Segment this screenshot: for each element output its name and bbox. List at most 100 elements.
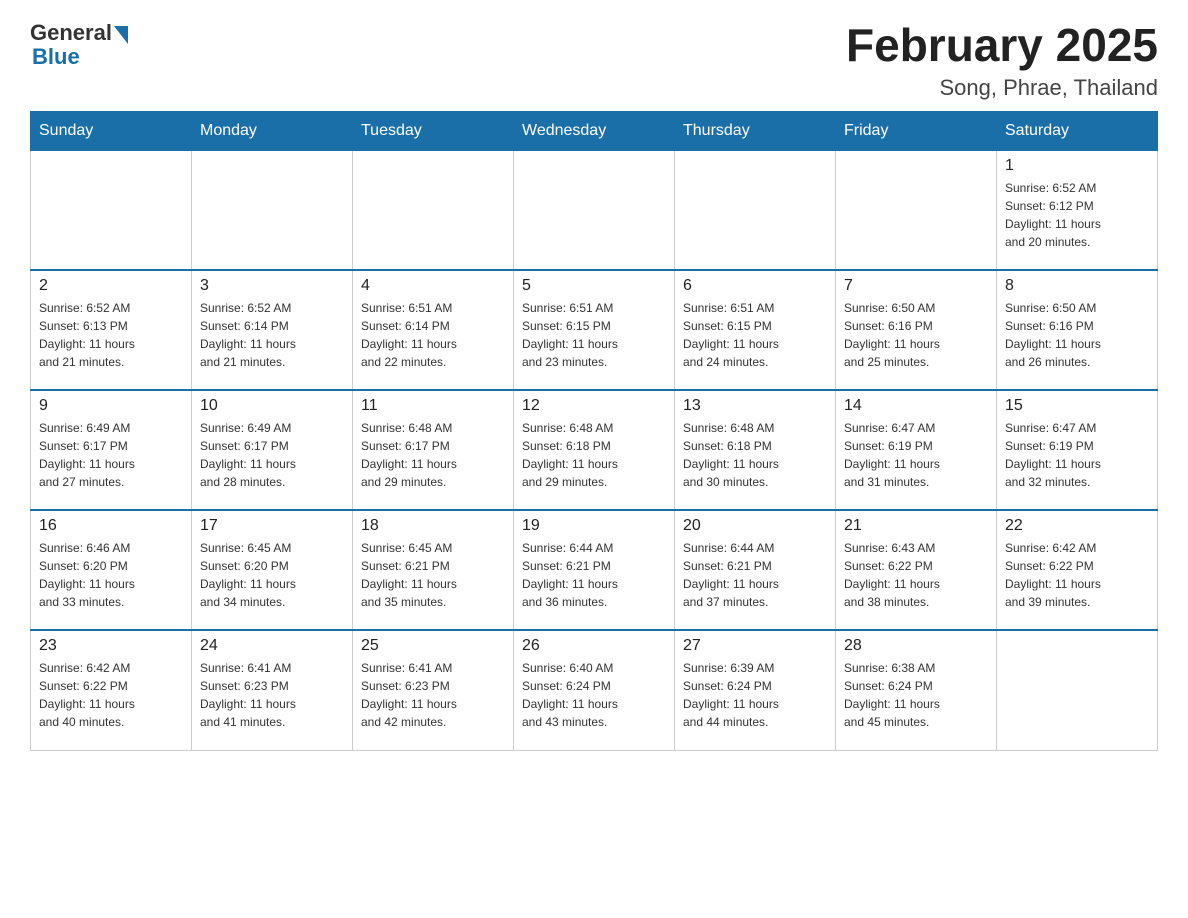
day-number: 22 <box>1005 517 1149 535</box>
day-info: Sunrise: 6:40 AM Sunset: 6:24 PM Dayligh… <box>522 659 666 731</box>
day-number: 26 <box>522 637 666 655</box>
table-row <box>997 630 1158 750</box>
table-row: 20 Sunrise: 6:44 AM Sunset: 6:21 PM Dayli… <box>675 510 836 630</box>
calendar-week-row: 2 Sunrise: 6:52 AM Sunset: 6:13 PM Daylig… <box>31 270 1158 390</box>
table-row: 27 Sunrise: 6:39 AM Sunset: 6:24 PM Dayli… <box>675 630 836 750</box>
table-row: 28Sunrise: 6:38 AM Sunset: 6:24 PM Dayli… <box>836 630 997 750</box>
calendar-table: Sunday Monday Tuesday Wednesday Thursday… <box>30 111 1158 751</box>
table-row: 22 Sunrise: 6:42 AM Sunset: 6:22 PM Dayli… <box>997 510 1158 630</box>
header-thursday: Thursday <box>675 111 836 150</box>
day-info: Sunrise: 6:51 AM Sunset: 6:15 PM Dayligh… <box>522 299 666 371</box>
logo-general-text: General <box>30 20 112 46</box>
day-number: 2 <box>39 277 183 295</box>
table-row: 14Sunrise: 6:47 AM Sunset: 6:19 PM Dayli… <box>836 390 997 510</box>
day-info: Sunrise: 6:42 AM Sunset: 6:22 PM Dayligh… <box>1005 539 1149 611</box>
day-info: Sunrise: 6:51 AM Sunset: 6:15 PM Dayligh… <box>683 299 827 371</box>
table-row: 21Sunrise: 6:43 AM Sunset: 6:22 PM Dayli… <box>836 510 997 630</box>
day-number: 23 <box>39 637 183 655</box>
day-info: Sunrise: 6:48 AM Sunset: 6:18 PM Dayligh… <box>522 419 666 491</box>
day-info: Sunrise: 6:52 AM Sunset: 6:12 PM Dayligh… <box>1005 179 1149 251</box>
day-info: Sunrise: 6:41 AM Sunset: 6:23 PM Dayligh… <box>200 659 344 731</box>
day-info: Sunrise: 6:38 AM Sunset: 6:24 PM Dayligh… <box>844 659 988 731</box>
calendar-subtitle: Song, Phrae, Thailand <box>846 75 1158 101</box>
day-info: Sunrise: 6:45 AM Sunset: 6:20 PM Dayligh… <box>200 539 344 611</box>
day-info: Sunrise: 6:39 AM Sunset: 6:24 PM Dayligh… <box>683 659 827 731</box>
table-row: 13 Sunrise: 6:48 AM Sunset: 6:18 PM Dayli… <box>675 390 836 510</box>
title-section: February 2025 Song, Phrae, Thailand <box>846 20 1158 101</box>
day-info: Sunrise: 6:50 AM Sunset: 6:16 PM Dayligh… <box>844 299 988 371</box>
header-sunday: Sunday <box>31 111 192 150</box>
day-number: 20 <box>683 517 827 535</box>
table-row: 26 Sunrise: 6:40 AM Sunset: 6:24 PM Dayli… <box>514 630 675 750</box>
day-info: Sunrise: 6:46 AM Sunset: 6:20 PM Dayligh… <box>39 539 183 611</box>
day-number: 19 <box>522 517 666 535</box>
table-row <box>836 150 997 270</box>
table-row: 1 Sunrise: 6:52 AM Sunset: 6:12 PM Daylig… <box>997 150 1158 270</box>
day-info: Sunrise: 6:49 AM Sunset: 6:17 PM Dayligh… <box>200 419 344 491</box>
logo: General Blue <box>30 20 128 70</box>
day-number: 12 <box>522 397 666 415</box>
table-row: 8Sunrise: 6:50 AM Sunset: 6:16 PM Daylig… <box>997 270 1158 390</box>
calendar-title: February 2025 <box>846 20 1158 71</box>
table-row: 24 Sunrise: 6:41 AM Sunset: 6:23 PM Dayli… <box>192 630 353 750</box>
day-number: 8 <box>1005 277 1149 295</box>
day-number: 18 <box>361 517 505 535</box>
calendar-week-row: 23 Sunrise: 6:42 AM Sunset: 6:22 PM Dayli… <box>31 630 1158 750</box>
day-info: Sunrise: 6:48 AM Sunset: 6:18 PM Dayligh… <box>683 419 827 491</box>
table-row: 3Sunrise: 6:52 AM Sunset: 6:14 PM Daylig… <box>192 270 353 390</box>
day-info: Sunrise: 6:52 AM Sunset: 6:14 PM Dayligh… <box>200 299 344 371</box>
table-row: 4Sunrise: 6:51 AM Sunset: 6:14 PM Daylig… <box>353 270 514 390</box>
calendar-week-row: 16 Sunrise: 6:46 AM Sunset: 6:20 PM Dayli… <box>31 510 1158 630</box>
header-saturday: Saturday <box>997 111 1158 150</box>
calendar-week-row: 1 Sunrise: 6:52 AM Sunset: 6:12 PM Daylig… <box>31 150 1158 270</box>
table-row <box>675 150 836 270</box>
day-number: 27 <box>683 637 827 655</box>
table-row: 10 Sunrise: 6:49 AM Sunset: 6:17 PM Dayli… <box>192 390 353 510</box>
logo-blue-text: Blue <box>32 44 80 70</box>
weekday-header-row: Sunday Monday Tuesday Wednesday Thursday… <box>31 111 1158 150</box>
day-number: 25 <box>361 637 505 655</box>
header-tuesday: Tuesday <box>353 111 514 150</box>
day-info: Sunrise: 6:49 AM Sunset: 6:17 PM Dayligh… <box>39 419 183 491</box>
day-info: Sunrise: 6:47 AM Sunset: 6:19 PM Dayligh… <box>1005 419 1149 491</box>
table-row: 2 Sunrise: 6:52 AM Sunset: 6:13 PM Daylig… <box>31 270 192 390</box>
day-info: Sunrise: 6:51 AM Sunset: 6:14 PM Dayligh… <box>361 299 505 371</box>
day-info: Sunrise: 6:41 AM Sunset: 6:23 PM Dayligh… <box>361 659 505 731</box>
table-row <box>192 150 353 270</box>
day-number: 9 <box>39 397 183 415</box>
day-number: 17 <box>200 517 344 535</box>
day-info: Sunrise: 6:44 AM Sunset: 6:21 PM Dayligh… <box>683 539 827 611</box>
table-row: 11Sunrise: 6:48 AM Sunset: 6:17 PM Dayli… <box>353 390 514 510</box>
table-row: 7 Sunrise: 6:50 AM Sunset: 6:16 PM Daylig… <box>836 270 997 390</box>
day-number: 1 <box>1005 157 1149 175</box>
table-row: 18Sunrise: 6:45 AM Sunset: 6:21 PM Dayli… <box>353 510 514 630</box>
day-number: 6 <box>683 277 827 295</box>
day-number: 5 <box>522 277 666 295</box>
table-row <box>353 150 514 270</box>
table-row: 16 Sunrise: 6:46 AM Sunset: 6:20 PM Dayli… <box>31 510 192 630</box>
day-number: 15 <box>1005 397 1149 415</box>
day-info: Sunrise: 6:47 AM Sunset: 6:19 PM Dayligh… <box>844 419 988 491</box>
day-number: 13 <box>683 397 827 415</box>
day-info: Sunrise: 6:42 AM Sunset: 6:22 PM Dayligh… <box>39 659 183 731</box>
day-info: Sunrise: 6:44 AM Sunset: 6:21 PM Dayligh… <box>522 539 666 611</box>
table-row <box>514 150 675 270</box>
day-number: 7 <box>844 277 988 295</box>
table-row <box>31 150 192 270</box>
table-row: 25 Sunrise: 6:41 AM Sunset: 6:23 PM Dayli… <box>353 630 514 750</box>
table-row: 6 Sunrise: 6:51 AM Sunset: 6:15 PM Daylig… <box>675 270 836 390</box>
table-row: 23 Sunrise: 6:42 AM Sunset: 6:22 PM Dayli… <box>31 630 192 750</box>
day-info: Sunrise: 6:52 AM Sunset: 6:13 PM Dayligh… <box>39 299 183 371</box>
header-wednesday: Wednesday <box>514 111 675 150</box>
header-friday: Friday <box>836 111 997 150</box>
day-number: 10 <box>200 397 344 415</box>
table-row: 19 Sunrise: 6:44 AM Sunset: 6:21 PM Dayli… <box>514 510 675 630</box>
day-info: Sunrise: 6:48 AM Sunset: 6:17 PM Dayligh… <box>361 419 505 491</box>
header-monday: Monday <box>192 111 353 150</box>
day-number: 24 <box>200 637 344 655</box>
table-row: 17 Sunrise: 6:45 AM Sunset: 6:20 PM Dayli… <box>192 510 353 630</box>
page-header: General Blue February 2025 Song, Phrae, … <box>30 20 1158 101</box>
table-row: 9 Sunrise: 6:49 AM Sunset: 6:17 PM Daylig… <box>31 390 192 510</box>
day-number: 16 <box>39 517 183 535</box>
table-row: 12 Sunrise: 6:48 AM Sunset: 6:18 PM Dayli… <box>514 390 675 510</box>
